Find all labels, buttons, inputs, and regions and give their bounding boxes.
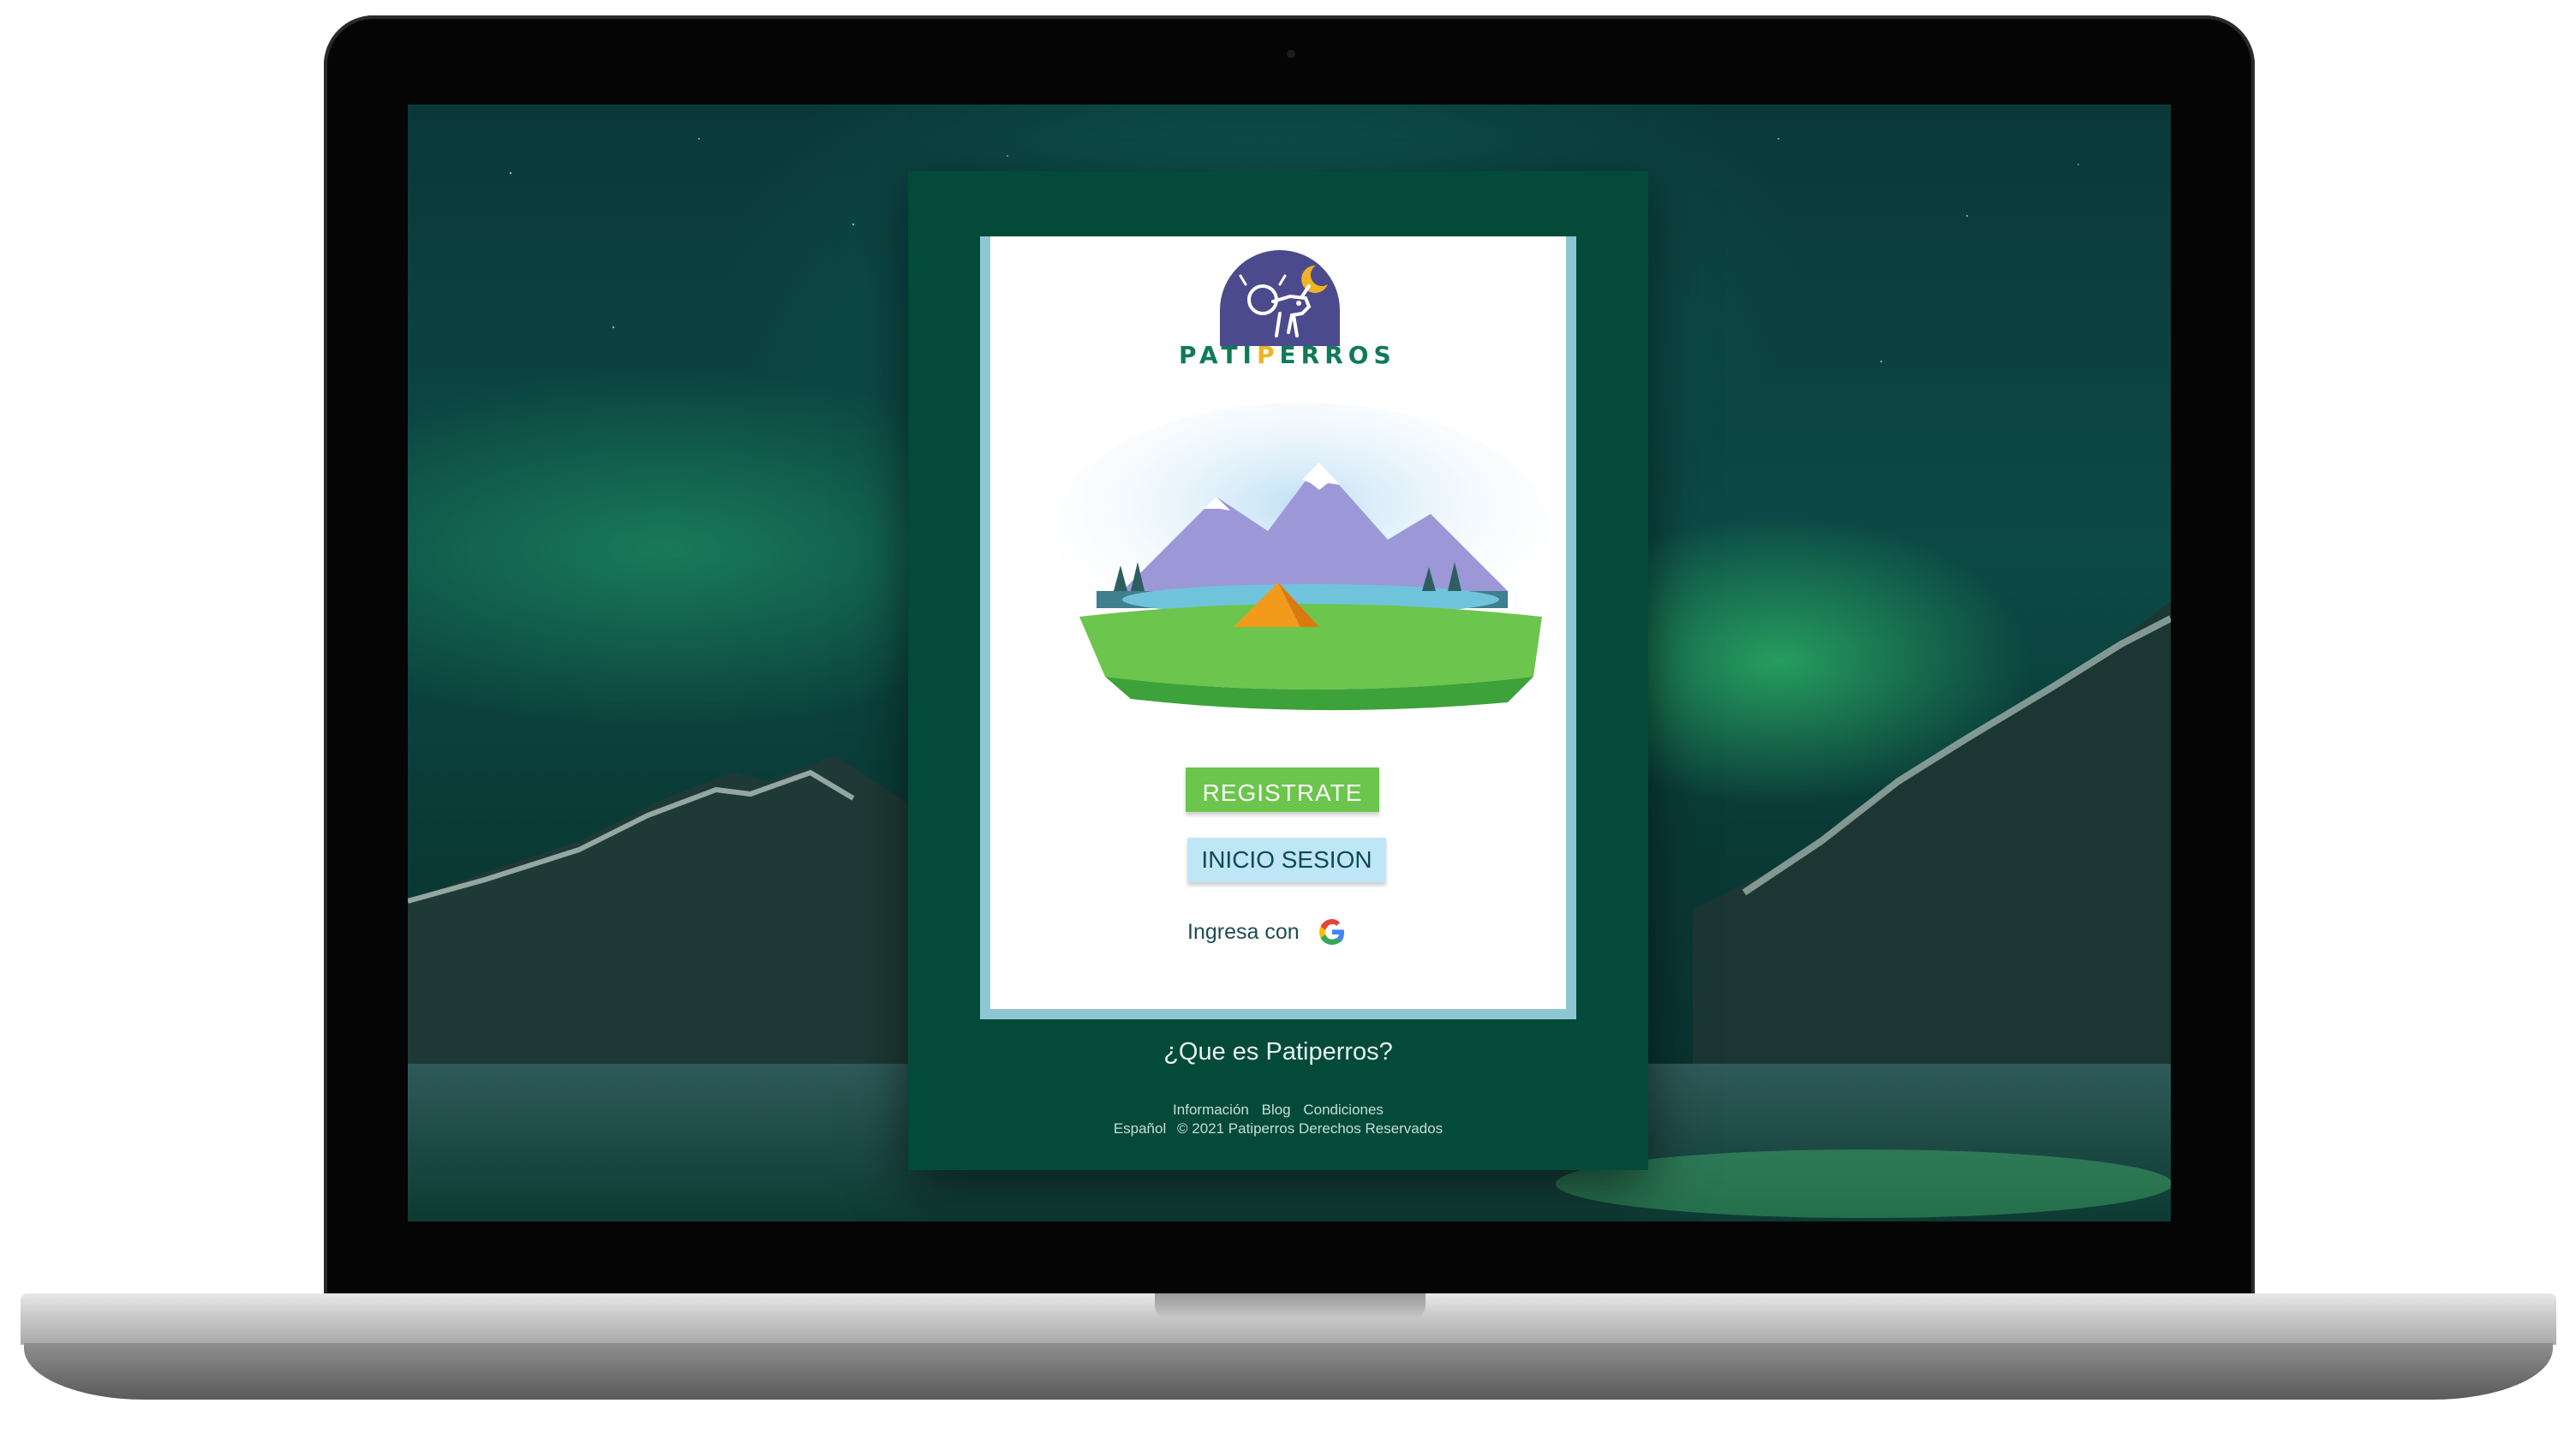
brand-name-accent: P [1256,341,1280,369]
laptop-notch [1155,1293,1425,1319]
laptop-bottom [24,1343,2553,1400]
brand-logo-text: PATIPERROS [1179,341,1391,369]
footer-link-informacion[interactable]: Información [1173,1102,1249,1118]
footer-links: Información Blog Condiciones [908,1102,1648,1119]
footer-link-condiciones[interactable]: Condiciones [1303,1102,1384,1118]
language-selector[interactable]: Español [1114,1120,1166,1137]
camping-illustration [1054,403,1551,711]
copyright-text: © 2021 Patiperros Derechos Reservados [1176,1120,1443,1137]
footer-link-blog[interactable]: Blog [1262,1102,1291,1118]
register-button[interactable]: REGISTRATE [1186,767,1379,812]
google-login-label: Ingresa con [1187,919,1300,944]
google-login-row[interactable]: Ingresa con [1187,913,1348,951]
camera-dot [1287,50,1295,58]
what-is-patiperros-link[interactable]: ¿Que es Patiperros? [908,1038,1648,1066]
login-button[interactable]: INICIO SESION [1187,838,1386,882]
brand-name-prefix: PATI [1179,341,1257,369]
footer-copyright-row: Español © 2021 Patiperros Derechos Reser… [908,1120,1648,1137]
google-icon[interactable] [1317,917,1348,947]
brand-name-suffix: ERROS [1279,341,1396,369]
